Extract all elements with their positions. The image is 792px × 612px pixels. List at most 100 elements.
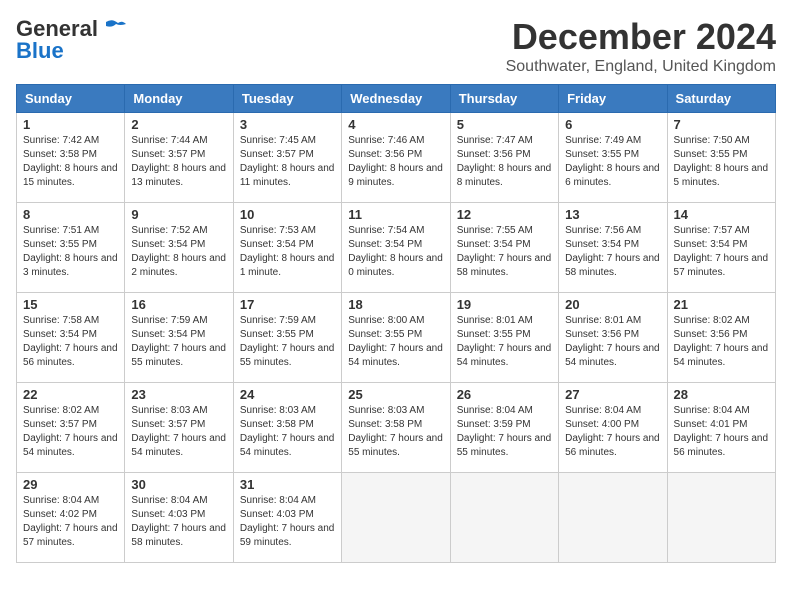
day-info: Sunrise: 7:53 AMSunset: 3:54 PMDaylight:… <box>240 224 335 280</box>
day-number: 4 <box>348 117 443 132</box>
calendar-cell: 15 Sunrise: 7:58 AMSunset: 3:54 PMDayligh… <box>17 293 125 383</box>
day-number: 1 <box>23 117 118 132</box>
calendar-cell: 11 Sunrise: 7:54 AMSunset: 3:54 PMDayligh… <box>342 203 450 293</box>
page-header: General Blue December 2024 Southwater, E… <box>16 16 776 76</box>
day-number: 2 <box>131 117 226 132</box>
day-info: Sunrise: 7:52 AMSunset: 3:54 PMDaylight:… <box>131 224 226 280</box>
calendar-body: 1Sunrise: 7:42 AMSunset: 3:58 PMDaylight… <box>17 113 776 563</box>
day-info: Sunrise: 8:01 AMSunset: 3:55 PMDaylight:… <box>457 314 552 370</box>
logo-blue: Blue <box>16 38 64 64</box>
day-number: 7 <box>674 117 769 132</box>
calendar-cell: 25 Sunrise: 8:03 AMSunset: 3:58 PMDayligh… <box>342 383 450 473</box>
location-title: Southwater, England, United Kingdom <box>506 58 776 76</box>
day-info: Sunrise: 7:47 AMSunset: 3:56 PMDaylight:… <box>457 134 552 190</box>
calendar-cell: 8 Sunrise: 7:51 AMSunset: 3:55 PMDaylight… <box>17 203 125 293</box>
calendar-cell: 12 Sunrise: 7:55 AMSunset: 3:54 PMDayligh… <box>450 203 558 293</box>
day-info: Sunrise: 8:04 AMSunset: 4:01 PMDaylight:… <box>674 404 769 460</box>
weekday-header-sunday: Sunday <box>17 85 125 113</box>
day-number: 11 <box>348 207 443 222</box>
calendar-cell: 28 Sunrise: 8:04 AMSunset: 4:01 PMDayligh… <box>667 383 775 473</box>
calendar-cell: 21 Sunrise: 8:02 AMSunset: 3:56 PMDayligh… <box>667 293 775 383</box>
day-number: 30 <box>131 477 226 492</box>
day-info: Sunrise: 7:55 AMSunset: 3:54 PMDaylight:… <box>457 224 552 280</box>
day-number: 15 <box>23 297 118 312</box>
calendar-week-1: 1Sunrise: 7:42 AMSunset: 3:58 PMDaylight… <box>17 113 776 203</box>
day-info: Sunrise: 7:50 AMSunset: 3:55 PMDaylight:… <box>674 134 769 190</box>
day-number: 16 <box>131 297 226 312</box>
day-info: Sunrise: 8:04 AMSunset: 4:02 PMDaylight:… <box>23 494 118 550</box>
day-number: 31 <box>240 477 335 492</box>
day-info: Sunrise: 8:03 AMSunset: 3:58 PMDaylight:… <box>348 404 443 460</box>
day-number: 26 <box>457 387 552 402</box>
logo: General Blue <box>16 16 128 64</box>
calendar-table: SundayMondayTuesdayWednesdayThursdayFrid… <box>16 84 776 563</box>
day-info: Sunrise: 8:02 AMSunset: 3:57 PMDaylight:… <box>23 404 118 460</box>
day-number: 27 <box>565 387 660 402</box>
calendar-cell: 18 Sunrise: 8:00 AMSunset: 3:55 PMDayligh… <box>342 293 450 383</box>
calendar-cell: 10 Sunrise: 7:53 AMSunset: 3:54 PMDayligh… <box>233 203 341 293</box>
weekday-header-saturday: Saturday <box>667 85 775 113</box>
calendar-week-4: 22Sunrise: 8:02 AMSunset: 3:57 PMDayligh… <box>17 383 776 473</box>
weekday-header-friday: Friday <box>559 85 667 113</box>
day-info: Sunrise: 8:03 AMSunset: 3:58 PMDaylight:… <box>240 404 335 460</box>
calendar-cell: 4 Sunrise: 7:46 AMSunset: 3:56 PMDaylight… <box>342 113 450 203</box>
calendar-cell: 1Sunrise: 7:42 AMSunset: 3:58 PMDaylight… <box>17 113 125 203</box>
day-info: Sunrise: 7:51 AMSunset: 3:55 PMDaylight:… <box>23 224 118 280</box>
weekday-header-monday: Monday <box>125 85 233 113</box>
day-number: 8 <box>23 207 118 222</box>
calendar-cell: 6 Sunrise: 7:49 AMSunset: 3:55 PMDaylight… <box>559 113 667 203</box>
day-number: 21 <box>674 297 769 312</box>
calendar-cell <box>342 473 450 563</box>
day-info: Sunrise: 7:57 AMSunset: 3:54 PMDaylight:… <box>674 224 769 280</box>
calendar-cell <box>667 473 775 563</box>
day-number: 5 <box>457 117 552 132</box>
day-info: Sunrise: 7:54 AMSunset: 3:54 PMDaylight:… <box>348 224 443 280</box>
calendar-cell <box>559 473 667 563</box>
calendar-cell: 22Sunrise: 8:02 AMSunset: 3:57 PMDayligh… <box>17 383 125 473</box>
day-number: 13 <box>565 207 660 222</box>
day-info: Sunrise: 7:49 AMSunset: 3:55 PMDaylight:… <box>565 134 660 190</box>
day-number: 18 <box>348 297 443 312</box>
calendar-cell: 5 Sunrise: 7:47 AMSunset: 3:56 PMDaylight… <box>450 113 558 203</box>
day-number: 23 <box>131 387 226 402</box>
calendar-cell <box>450 473 558 563</box>
calendar-cell: 23Sunrise: 8:03 AMSunset: 3:57 PMDayligh… <box>125 383 233 473</box>
calendar-cell: 2 Sunrise: 7:44 AMSunset: 3:57 PMDaylight… <box>125 113 233 203</box>
calendar-cell: 19 Sunrise: 8:01 AMSunset: 3:55 PMDayligh… <box>450 293 558 383</box>
calendar-week-5: 29 Sunrise: 8:04 AMSunset: 4:02 PMDayligh… <box>17 473 776 563</box>
weekday-header-thursday: Thursday <box>450 85 558 113</box>
calendar-cell: 31 Sunrise: 8:04 AMSunset: 4:03 PMDayligh… <box>233 473 341 563</box>
day-info: Sunrise: 8:04 AMSunset: 4:00 PMDaylight:… <box>565 404 660 460</box>
day-number: 20 <box>565 297 660 312</box>
day-number: 28 <box>674 387 769 402</box>
day-number: 25 <box>348 387 443 402</box>
day-info: Sunrise: 8:04 AMSunset: 3:59 PMDaylight:… <box>457 404 552 460</box>
month-title: December 2024 <box>506 16 776 58</box>
weekday-header-tuesday: Tuesday <box>233 85 341 113</box>
calendar-cell: 29 Sunrise: 8:04 AMSunset: 4:02 PMDayligh… <box>17 473 125 563</box>
day-number: 14 <box>674 207 769 222</box>
calendar-cell: 17 Sunrise: 7:59 AMSunset: 3:55 PMDayligh… <box>233 293 341 383</box>
day-number: 19 <box>457 297 552 312</box>
day-number: 10 <box>240 207 335 222</box>
day-info: Sunrise: 7:56 AMSunset: 3:54 PMDaylight:… <box>565 224 660 280</box>
calendar-cell: 20 Sunrise: 8:01 AMSunset: 3:56 PMDayligh… <box>559 293 667 383</box>
day-info: Sunrise: 8:02 AMSunset: 3:56 PMDaylight:… <box>674 314 769 370</box>
day-info: Sunrise: 7:58 AMSunset: 3:54 PMDaylight:… <box>23 314 118 370</box>
calendar-week-3: 15 Sunrise: 7:58 AMSunset: 3:54 PMDayligh… <box>17 293 776 383</box>
day-info: Sunrise: 8:00 AMSunset: 3:55 PMDaylight:… <box>348 314 443 370</box>
day-number: 12 <box>457 207 552 222</box>
day-info: Sunrise: 8:04 AMSunset: 4:03 PMDaylight:… <box>240 494 335 550</box>
day-info: Sunrise: 7:44 AMSunset: 3:57 PMDaylight:… <box>131 134 226 190</box>
day-info: Sunrise: 7:46 AMSunset: 3:56 PMDaylight:… <box>348 134 443 190</box>
day-info: Sunrise: 7:59 AMSunset: 3:55 PMDaylight:… <box>240 314 335 370</box>
calendar-week-2: 8 Sunrise: 7:51 AMSunset: 3:55 PMDaylight… <box>17 203 776 293</box>
day-number: 29 <box>23 477 118 492</box>
calendar-cell: 13 Sunrise: 7:56 AMSunset: 3:54 PMDayligh… <box>559 203 667 293</box>
weekday-header-wednesday: Wednesday <box>342 85 450 113</box>
calendar-header-row: SundayMondayTuesdayWednesdayThursdayFrid… <box>17 85 776 113</box>
day-number: 6 <box>565 117 660 132</box>
day-number: 9 <box>131 207 226 222</box>
day-number: 17 <box>240 297 335 312</box>
day-info: Sunrise: 8:01 AMSunset: 3:56 PMDaylight:… <box>565 314 660 370</box>
